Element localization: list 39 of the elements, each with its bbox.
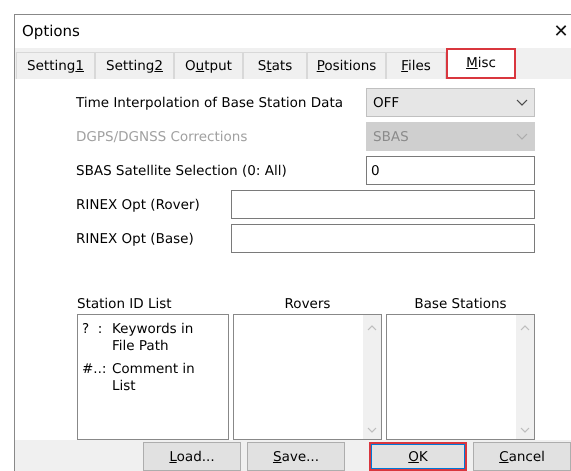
scrollbar[interactable] — [363, 315, 381, 440]
scroll-up-icon[interactable] — [367, 325, 377, 332]
help-key: #..: — [82, 361, 112, 396]
list-heading: Station ID List — [77, 296, 173, 314]
help-text: Comment in List — [112, 361, 196, 396]
tab[interactable]: Stats — [243, 52, 307, 80]
window-title: Options — [22, 22, 80, 40]
tab[interactable]: Setting1 — [16, 52, 95, 80]
tab[interactable]: Setting2 — [95, 52, 174, 80]
tab[interactable]: Misc — [446, 48, 516, 80]
list-box[interactable] — [233, 314, 382, 440]
scroll-down-icon[interactable] — [367, 427, 377, 434]
scroll-up-icon[interactable] — [520, 325, 530, 332]
chevron-down-icon — [516, 133, 528, 140]
dialog-button[interactable]: Cancel — [473, 442, 571, 471]
input-field[interactable]: 0 — [366, 156, 535, 186]
scrollbar[interactable] — [516, 315, 534, 440]
close-button[interactable]: ✕ — [551, 17, 571, 46]
scroll-down-icon[interactable] — [520, 427, 530, 434]
field-label: Time Interpolation of Base Station Data — [76, 94, 344, 111]
list-box[interactable] — [386, 314, 535, 440]
field-label: SBAS Satellite Selection (0: All) — [76, 162, 288, 179]
dropdown[interactable]: OFF — [366, 88, 535, 118]
tab[interactable]: Output — [174, 52, 243, 80]
field-label: DGPS/DGNSS Corrections — [76, 128, 248, 145]
dialog-button[interactable]: OK — [369, 442, 468, 471]
field-label: RINEX Opt (Base) — [76, 230, 195, 247]
field-label: RINEX Opt (Rover) — [76, 196, 201, 213]
dialog-button[interactable]: Load... — [143, 442, 241, 471]
chevron-down-icon — [516, 99, 528, 106]
help-key: ? : — [82, 321, 112, 356]
list-heading: Rovers — [284, 296, 332, 314]
dialog-button[interactable]: Save... — [247, 442, 345, 471]
input-field[interactable] — [231, 190, 535, 220]
help-text: Keywords in File Path — [112, 321, 194, 356]
input-field[interactable] — [231, 224, 535, 254]
tab[interactable]: Files — [386, 52, 446, 80]
tab[interactable]: Positions — [307, 52, 386, 80]
list-heading: Base Stations — [413, 296, 508, 314]
